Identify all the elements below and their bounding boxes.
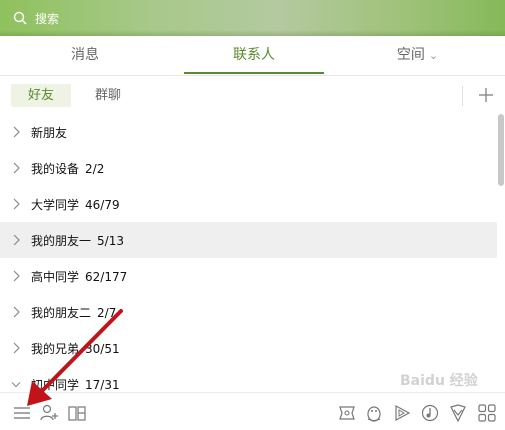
group-row[interactable]: 我的朋友一 5/13 — [0, 222, 497, 258]
menu-icon[interactable] — [12, 403, 32, 423]
scrollbar-thumb[interactable] — [498, 114, 504, 186]
chevron-right-icon — [13, 234, 20, 246]
video-play-icon[interactable] — [392, 403, 412, 423]
group-count: 17/31 — [85, 378, 120, 392]
chevron-right-icon — [13, 270, 20, 282]
chevron-right-icon — [13, 126, 20, 138]
watermark: Baidu 经验 — [400, 373, 478, 389]
group-row[interactable]: 我的兄弟 30/51 — [0, 330, 497, 366]
subtab-friends[interactable]: 好友 — [11, 84, 71, 107]
group-name: 高中同学 62/177 — [31, 270, 128, 284]
security-shield-icon[interactable] — [448, 403, 468, 423]
chevron-right-icon — [13, 198, 20, 210]
divider — [462, 86, 463, 106]
group-count: 62/177 — [85, 270, 128, 284]
group-row[interactable]: 大学同学 46/79 — [0, 186, 497, 222]
group-name: 初中同学 17/31 — [31, 378, 120, 392]
group-count: 5/13 — [97, 234, 124, 248]
group-name: 我的朋友一 5/13 — [31, 234, 124, 248]
tab-contacts[interactable]: 联系人 — [184, 36, 324, 76]
active-tab-indicator — [184, 72, 324, 74]
search-icon — [13, 11, 27, 25]
group-name: 大学同学 46/79 — [31, 198, 120, 212]
group-name: 我的兄弟 30/51 — [31, 342, 120, 356]
chevron-down-icon — [11, 381, 21, 388]
group-row[interactable]: 我的朋友二 2/7 — [0, 294, 497, 330]
music-icon[interactable] — [420, 403, 440, 423]
tab-messages[interactable]: 消息 — [0, 36, 170, 76]
qq-contacts-panel: 搜索 消息 联系人 空间 ⌄ 好友 群聊 新朋友 我的设备 2/2 大学同学 46/7… — [0, 0, 505, 430]
group-row[interactable]: 高中同学 62/177 — [0, 258, 497, 294]
subtab-groups[interactable]: 群聊 — [78, 84, 138, 107]
group-count: 30/51 — [85, 342, 120, 356]
group-name: 我的朋友二 2/7 — [31, 306, 117, 320]
chevron-right-icon — [13, 162, 20, 174]
contact-group-list: 新朋友 我的设备 2/2 大学同学 46/79 我的朋友一 5/13 高中同学 62/1… — [0, 114, 497, 392]
group-row[interactable]: 新朋友 — [0, 114, 497, 150]
add-icon[interactable] — [474, 83, 498, 107]
group-count: 46/79 — [85, 198, 120, 212]
search-input[interactable]: 搜索 — [35, 10, 59, 27]
chevron-down-icon: ⌄ — [428, 49, 439, 62]
pet-penguin-icon[interactable] — [364, 403, 384, 423]
apps-grid-icon[interactable] — [477, 403, 497, 423]
tab-space[interactable]: 空间 ⌄ — [330, 36, 505, 76]
group-row[interactable]: 我的设备 2/2 — [0, 150, 497, 186]
contact-subtabs: 好友 群聊 — [0, 76, 505, 114]
add-friend-icon[interactable] — [39, 403, 59, 423]
group-count: 2/2 — [85, 162, 105, 176]
main-tabs: 消息 联系人 空间 ⌄ — [0, 36, 505, 76]
game-icon[interactable] — [337, 403, 357, 423]
bottom-toolbar — [0, 392, 505, 430]
group-name: 我的设备 2/2 — [31, 162, 105, 176]
search-bar[interactable]: 搜索 — [0, 0, 505, 36]
app-manager-icon[interactable] — [67, 403, 87, 423]
chevron-right-icon — [13, 342, 20, 354]
group-count: 2/7 — [97, 306, 117, 320]
group-name: 新朋友 — [31, 126, 68, 140]
chevron-right-icon — [13, 306, 20, 318]
